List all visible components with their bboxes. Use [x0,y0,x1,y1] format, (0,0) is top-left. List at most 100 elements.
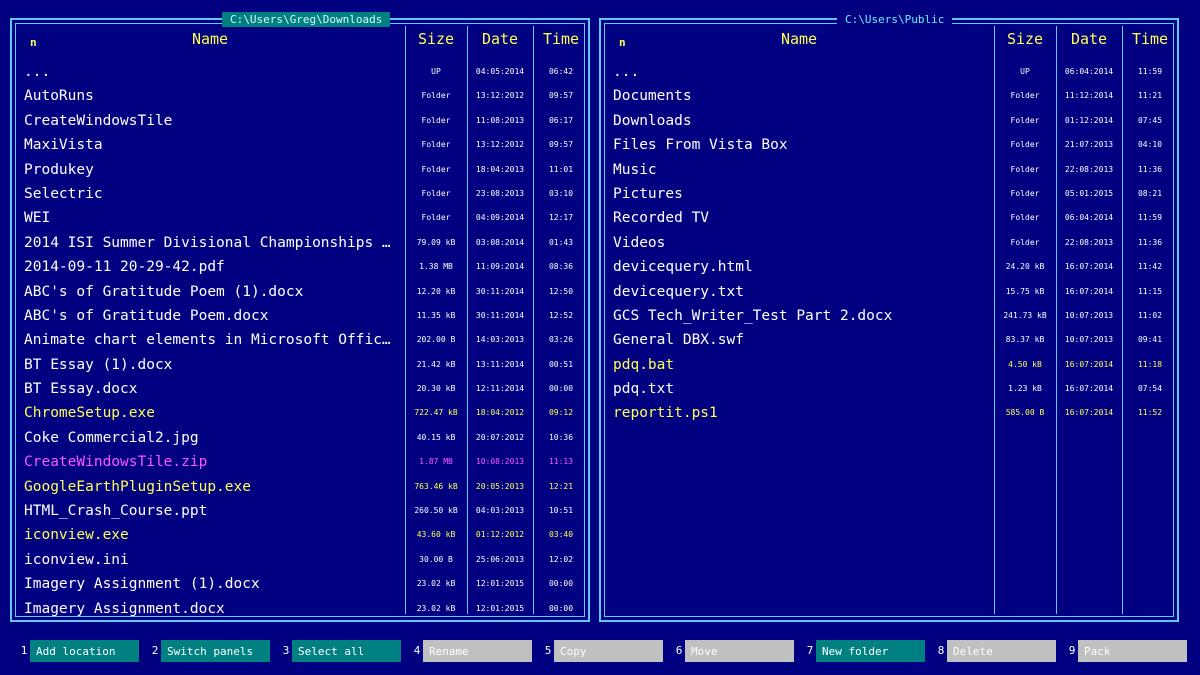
file-name: BT Essay.docx [24,381,138,398]
fkey-label[interactable]: Add location [30,640,139,662]
file-size: Folder [1010,164,1040,174]
file-row[interactable]: ChromeSetup.exe 722.47 kB 18:04:2012 09:12 [12,401,588,425]
file-date: 05:01:2015 [1064,188,1114,198]
column-header-size[interactable]: Size [995,30,1055,48]
file-time: 06:42 [548,67,574,76]
file-date: 01:12:2014 [1064,115,1114,125]
file-list: ... UP 06:04:2014 11:59 Documents Folder 11:12… [601,60,1177,426]
file-row[interactable]: Downloads Folder 01:12:2014 07:45 [601,109,1177,133]
file-name: Imagery Assignment.docx [24,600,225,617]
file-date: 25:06:2013 [475,554,525,564]
file-date: 16:07:2014 [1064,359,1114,369]
file-date: 10:07:2013 [1064,310,1114,320]
file-name: 2014-09-11 20-29-42.pdf [24,259,225,276]
file-size: 43.60 kB [416,530,456,540]
file-size: 1.87 MB [419,457,453,467]
fkey-label[interactable]: Copy [554,640,663,662]
file-row[interactable]: 2014-09-11 20-29-42.pdf 1.38 MB 11:09:2014… [12,255,588,279]
file-date: 11:08:2013 [475,115,525,125]
column-header-name[interactable]: Name [24,30,396,48]
fkey-number: 1 [20,644,28,657]
file-row[interactable]: BT Essay.docx 20.30 kB 12:11:2014 00:00 [12,377,588,401]
column-header-time[interactable]: Time [534,30,588,48]
column-header-date[interactable]: Date [468,30,532,48]
file-row[interactable]: Produkey Folder 18:04:2013 11:01 [12,158,588,182]
file-name: iconview.ini [24,551,129,568]
column-header-time[interactable]: Time [1123,30,1177,48]
file-date: 18:04:2013 [475,164,525,174]
file-row[interactable]: Recorded TV Folder 06:04:2014 11:59 [601,206,1177,230]
file-row[interactable]: Animate chart elements in Microsoft Offi… [12,328,588,352]
file-name: CreateWindowsTile.zip [24,454,208,471]
file-row[interactable]: Selectric Folder 23:08:2013 03:10 [12,182,588,206]
file-date: 12:11:2014 [475,384,525,394]
file-row[interactable]: ABC's of Gratitude Poem.docx 11.35 kB 30:1… [12,304,588,328]
file-row[interactable]: CreateWindowsTile Folder 11:08:2013 06:17 [12,109,588,133]
file-row[interactable]: MaxiVista Folder 13:12:2012 09:57 [12,133,588,157]
file-row[interactable]: Videos Folder 22:08:2013 11:36 [601,231,1177,255]
file-date: 22:08:2013 [1064,164,1114,174]
file-size: 11.35 kB [416,310,456,320]
file-row[interactable]: Pictures Folder 05:01:2015 08:21 [601,182,1177,206]
file-row[interactable]: Files From Vista Box Folder 21:07:2013 04:1… [601,133,1177,157]
fkey-label[interactable]: Move [685,640,794,662]
file-row[interactable]: AutoRuns Folder 13:12:2012 09:57 [12,84,588,108]
file-row[interactable]: ... UP 04:05:2014 06:42 [12,60,588,84]
file-row[interactable]: General DBX.swf 83.37 kB 10:07:2013 09:41 [601,328,1177,352]
file-size: Folder [421,213,451,223]
file-row[interactable]: pdq.bat 4.50 kB 16:07:2014 11:18 [601,353,1177,377]
file-date: 20:07:2012 [475,432,525,442]
file-name: ChromeSetup.exe [24,405,155,422]
file-date: 21:07:2013 [1064,140,1114,150]
file-time: 12:02 [548,554,574,564]
file-name: Coke Commercial2.jpg [24,429,199,446]
file-date: 30:11:2014 [475,286,525,296]
file-row[interactable]: ABC's of Gratitude Poem (1).docx 12.20 kB… [12,280,588,304]
left-panel[interactable]: C:\Users\Greg\Downloads n Name Size Date… [10,12,590,622]
file-row[interactable]: Music Folder 22:08:2013 11:36 [601,158,1177,182]
file-row[interactable]: ... UP 06:04:2014 11:59 [601,60,1177,84]
file-row[interactable]: WEI Folder 04:09:2014 12:17 [12,206,588,230]
right-panel[interactable]: C:\Users\Public n Name Size Date Time ..… [599,12,1179,622]
file-row[interactable]: iconview.exe 43.60 kB 01:12:2012 03:40 [12,523,588,547]
file-time: 00:00 [548,384,574,394]
fkey-label[interactable]: Select all [292,640,401,662]
file-date: 03:08:2014 [475,237,525,247]
file-date: 16:07:2014 [1064,408,1114,418]
file-row[interactable]: BT Essay (1).docx 21.42 kB 13:11:2014 00:51 [12,353,588,377]
file-row[interactable]: devicequery.html 24.20 kB 16:07:2014 11:42 [601,255,1177,279]
file-row[interactable]: CreateWindowsTile.zip 1.87 MB 10:08:2013 11… [12,450,588,474]
file-row[interactable]: GoogleEarthPluginSetup.exe 763.46 kB 20:05… [12,475,588,499]
column-header-size[interactable]: Size [406,30,466,48]
column-header-date[interactable]: Date [1057,30,1121,48]
file-date: 11:12:2014 [1064,91,1114,101]
file-date: 16:07:2014 [1064,286,1114,296]
fkey-label[interactable]: Switch panels [161,640,270,662]
file-row[interactable]: Documents Folder 11:12:2014 11:21 [601,84,1177,108]
file-row[interactable]: Coke Commercial2.jpg 40.15 kB 20:07:2012 10… [12,426,588,450]
file-row[interactable]: reportit.ps1 585.00 B 16:07:2014 11:52 [601,401,1177,425]
fkey-label[interactable]: Pack [1078,640,1187,662]
file-row[interactable]: Imagery Assignment.docx 23.02 kB 12:01:201… [12,597,588,621]
file-name: Recorded TV [613,210,710,227]
file-date: 04:03:2013 [475,506,525,516]
file-row[interactable]: iconview.ini 30.00 B 25:06:2013 12:02 [12,548,588,572]
file-row[interactable]: 2014 ISI Summer Divisional Championships… [12,231,588,255]
file-row[interactable]: devicequery.txt 15.75 kB 16:07:2014 11:15 [601,280,1177,304]
file-name: Files From Vista Box [613,137,788,154]
fkey-label[interactable]: Delete [947,640,1056,662]
file-name: pdq.txt [613,381,675,398]
file-time: 03:40 [548,530,574,540]
fkey-label[interactable]: Rename [423,640,532,662]
file-row[interactable]: GCS Tech_Writer_Test Part 2.docx 241.73 k… [601,304,1177,328]
fkey-label[interactable]: New folder [816,640,925,662]
fkey-number: 2 [151,644,159,657]
file-row[interactable]: HTML_Crash_Course.ppt 260.50 kB 04:03:2013… [12,499,588,523]
file-size: 12.20 kB [416,286,456,296]
file-row[interactable]: Imagery Assignment (1).docx 23.02 kB 12:01… [12,572,588,596]
fkey-number: 6 [675,644,683,657]
file-name: Music [613,161,657,178]
file-row[interactable]: pdq.txt 1.23 kB 16:07:2014 07:54 [601,377,1177,401]
column-header-name[interactable]: Name [613,30,985,48]
file-time: 11:36 [1137,164,1163,174]
